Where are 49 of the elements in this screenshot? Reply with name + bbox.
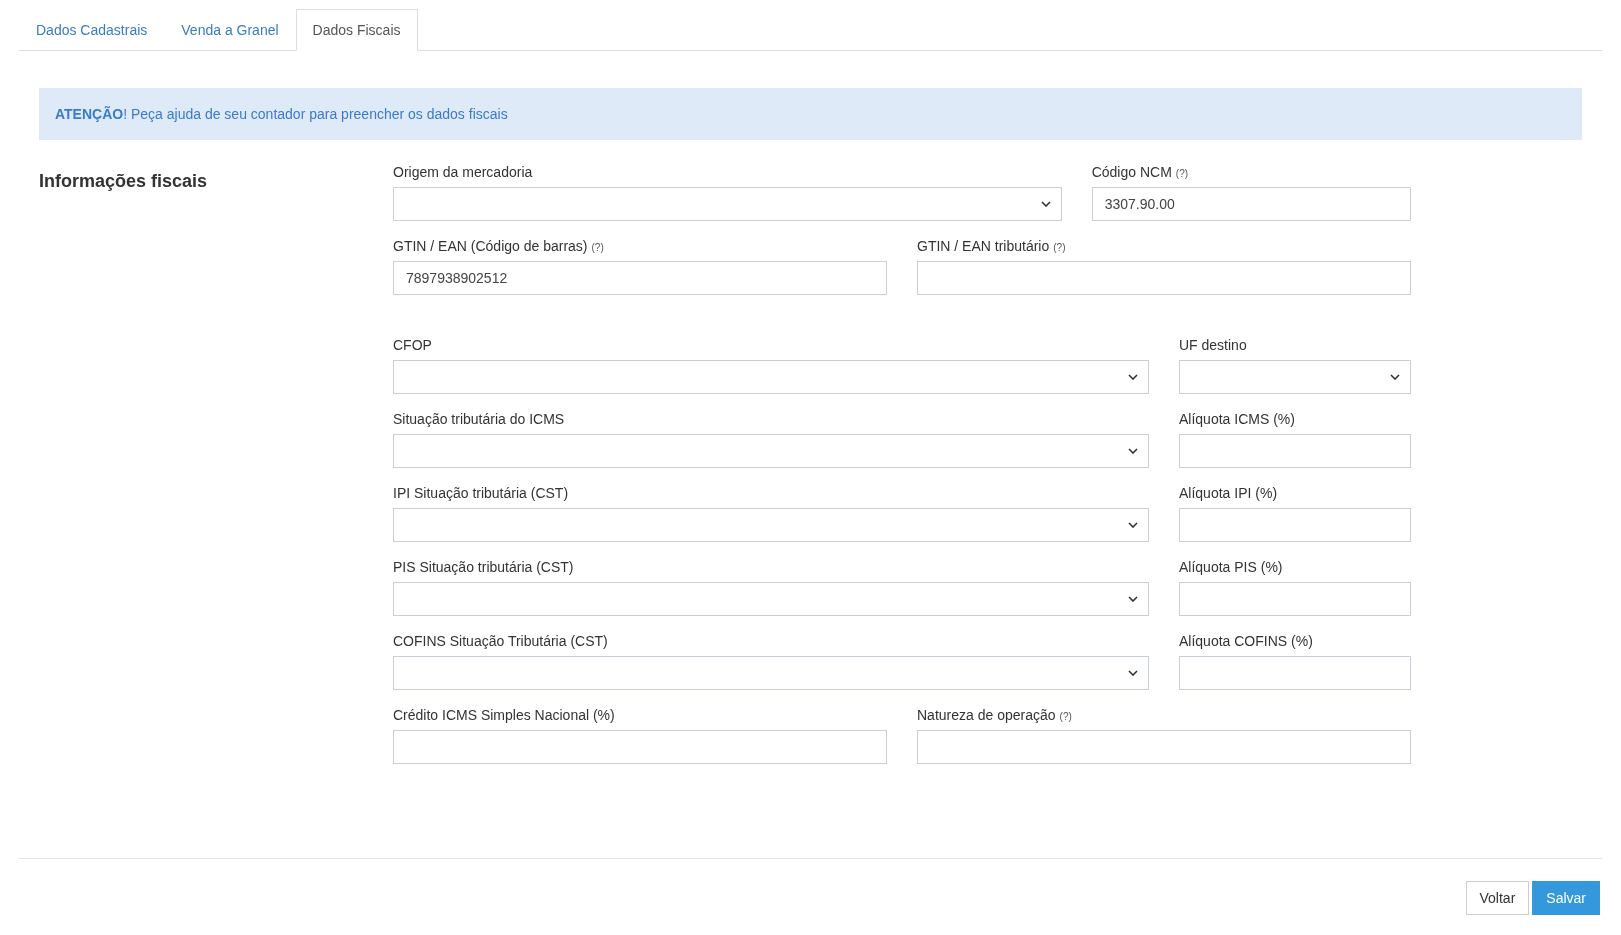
chevron-down-icon (1128, 448, 1138, 454)
select-field[interactable] (393, 582, 1149, 616)
field-label: UF destino (1179, 336, 1247, 355)
input-field[interactable]: 7897938902512 (393, 261, 887, 295)
help-link[interactable]: (?) (1175, 166, 1189, 181)
chevron-down-icon (1390, 374, 1400, 380)
select-field[interactable] (393, 187, 1062, 221)
input-field[interactable] (1179, 434, 1411, 468)
back-button[interactable]: Voltar (1465, 881, 1530, 915)
input-field[interactable]: 3307.90.00 (1091, 187, 1411, 221)
field-label: Alíquota ICMS (%) (1179, 410, 1295, 429)
select-field[interactable] (1179, 360, 1411, 394)
select-field[interactable] (393, 508, 1149, 542)
tab[interactable]: Dados Fiscais (295, 9, 418, 51)
input-field[interactable] (1179, 582, 1411, 616)
field-label: GTIN / EAN (Código de barras) (393, 237, 588, 256)
tab[interactable]: Dados Cadastrais (19, 9, 165, 51)
help-link[interactable]: (?) (1059, 709, 1072, 724)
input-field[interactable] (917, 261, 1411, 295)
field-label: IPI Situação tributária (CST) (393, 484, 569, 503)
input-field[interactable] (917, 730, 1411, 764)
chevron-down-icon (1128, 374, 1138, 380)
alert-banner: ATENÇÃO! Peça ajuda de seu contador para preencher os dados fiscais (39, 88, 1582, 140)
field-label: Alíquota PIS (%) (1179, 558, 1283, 577)
help-link[interactable]: (?) (591, 240, 604, 255)
section-title: Informações fiscais (39, 170, 209, 193)
field-label: CFOP (393, 336, 432, 355)
field-label: Situação tributária do ICMS (393, 410, 565, 429)
help-link[interactable]: (?) (1053, 240, 1066, 255)
field-label: Natureza de operação (917, 706, 1056, 725)
field-label: COFINS Situação Tributária (CST) (393, 632, 608, 651)
field-label: GTIN / EAN tributário (917, 237, 1050, 256)
chevron-down-icon (1040, 201, 1051, 207)
field-label: PIS Situação tributária (CST) (393, 558, 574, 577)
field-label: Origem da mercadoria (393, 163, 533, 182)
field-label: Código NCM (1091, 163, 1172, 182)
input-field[interactable] (393, 730, 887, 764)
select-field[interactable] (393, 360, 1149, 394)
chevron-down-icon (1128, 596, 1138, 602)
input-field[interactable] (1179, 508, 1411, 542)
select-field[interactable] (393, 434, 1149, 468)
field-label: Alíquota IPI (%) (1179, 484, 1278, 503)
chevron-down-icon (1128, 522, 1138, 528)
field-label: Crédito ICMS Simples Nacional (%) (393, 706, 615, 725)
field-label: Alíquota COFINS (%) (1179, 632, 1313, 651)
input-field[interactable] (1179, 656, 1411, 690)
chevron-down-icon (1128, 670, 1138, 676)
tab[interactable]: Venda a Granel (164, 9, 296, 51)
select-field[interactable] (393, 656, 1149, 690)
